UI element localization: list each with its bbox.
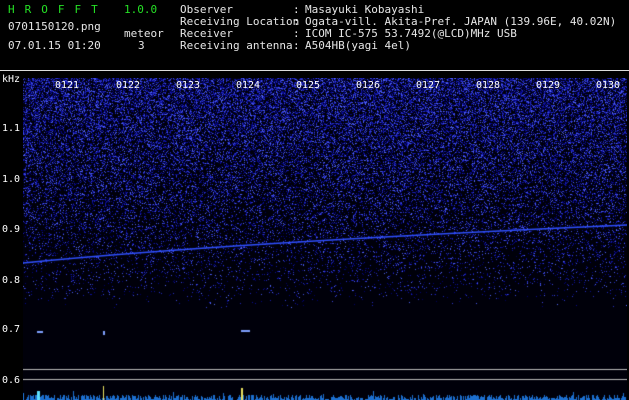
filename: 0701150120.png bbox=[8, 20, 101, 33]
y-tick: 0.8 bbox=[2, 275, 21, 286]
y-tick: 1.0 bbox=[2, 174, 21, 185]
y-tick: 1.1 bbox=[2, 123, 21, 134]
minute-label: 0128 bbox=[476, 80, 501, 91]
header-divider bbox=[0, 70, 629, 71]
minute-label: 0129 bbox=[536, 80, 561, 91]
minute-label: 0125 bbox=[296, 80, 321, 91]
y-tick: 0.9 bbox=[2, 224, 21, 235]
timestamp: 07.01.15 01:20 bbox=[8, 39, 101, 52]
sep: : bbox=[293, 39, 300, 52]
minute-label: 0123 bbox=[176, 80, 201, 91]
app-version: 1.0.0 bbox=[124, 3, 158, 16]
app-title: HROFFT bbox=[8, 3, 108, 16]
antenna-key: Receiving antenna bbox=[180, 39, 293, 52]
minute-label: 0127 bbox=[416, 80, 441, 91]
minute-label: 0122 bbox=[116, 80, 141, 91]
minute-label: 0126 bbox=[356, 80, 381, 91]
minute-label: 0130 bbox=[596, 80, 621, 91]
meteor-count: 3 bbox=[138, 39, 145, 52]
minute-label: 0124 bbox=[236, 80, 261, 91]
antenna-value: A504HB(yagi 4el) bbox=[305, 39, 411, 52]
spectrogram bbox=[23, 78, 627, 400]
axis-unit: kHz bbox=[2, 74, 21, 85]
y-tick: 0.6 bbox=[2, 375, 21, 386]
minute-label: 0121 bbox=[55, 80, 80, 91]
y-tick: 0.7 bbox=[2, 324, 21, 335]
